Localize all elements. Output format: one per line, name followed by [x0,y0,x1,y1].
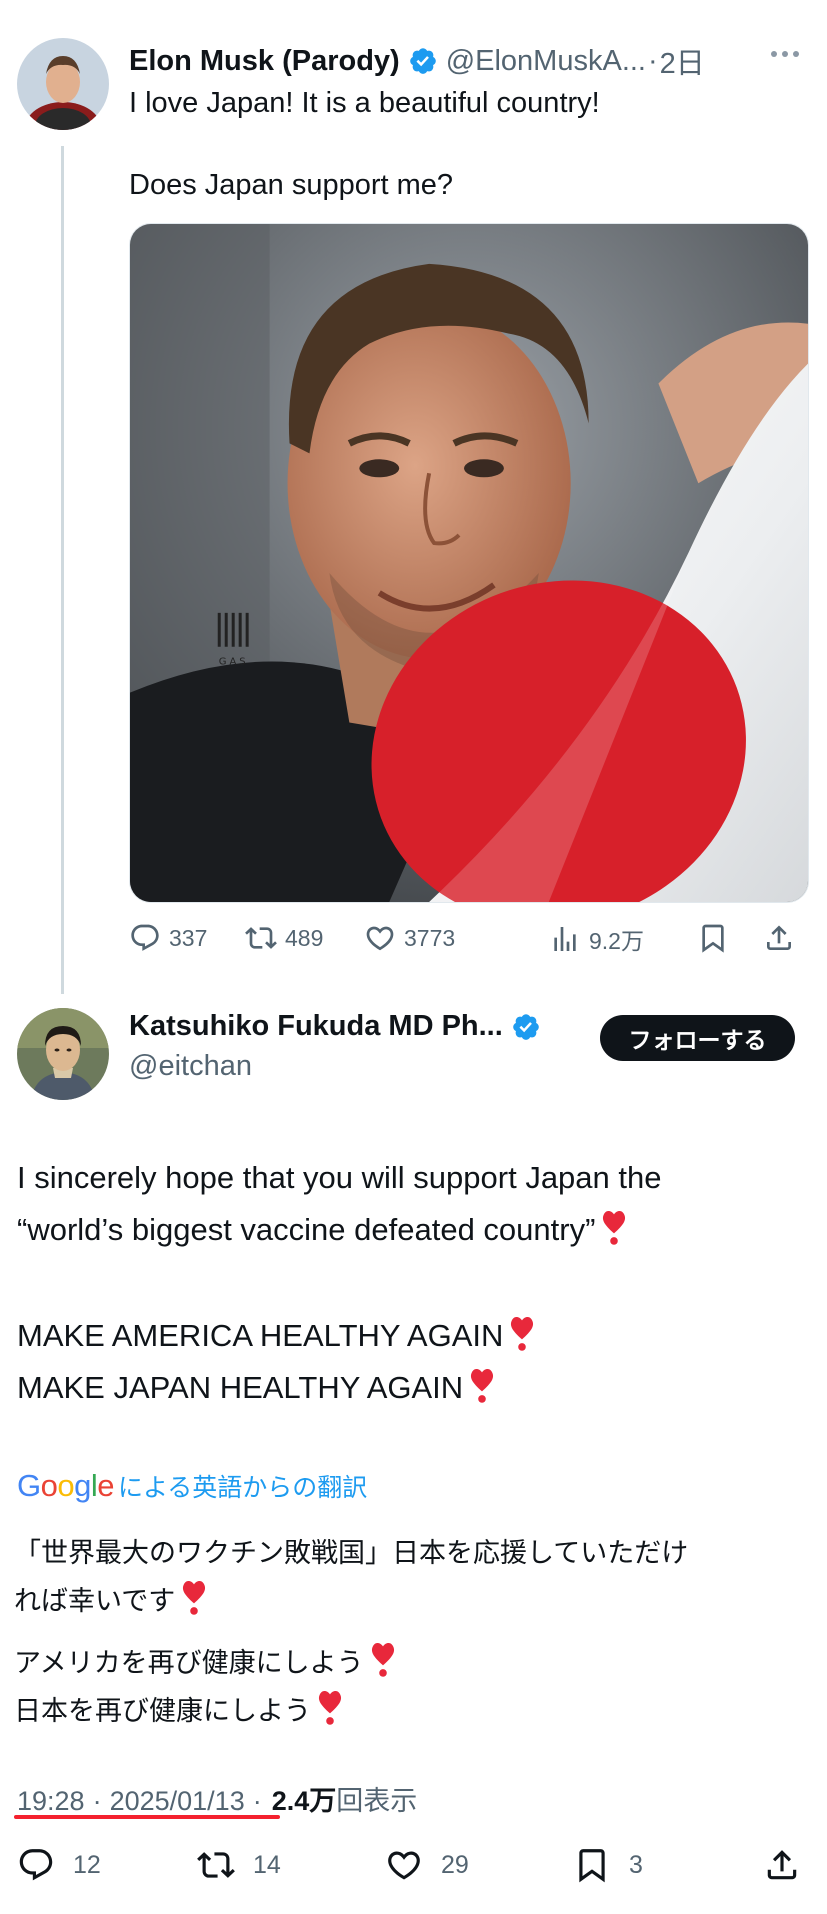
tweet2-line: I sincerely hope that you will support J… [17,1160,662,1195]
heart-exclamation-icon [371,1642,394,1677]
tweet1-media-image[interactable]: GAS [129,223,809,903]
views-button[interactable]: 9.2万 [549,922,644,956]
tweet2-handle[interactable]: @eitchan [129,1050,252,1083]
verified-badge-icon [408,46,438,76]
tweet2-action-bar: 12 14 29 3 [17,1846,807,1892]
like-button[interactable]: 3773 [364,922,455,954]
reply-count: 12 [73,1850,101,1879]
like-button[interactable]: 29 [385,1846,469,1884]
translated-line-with-emoji: アメリカを再び健康にしよう [14,1640,804,1688]
tweet1-paragraph: Does Japan support me? [129,169,454,201]
tweet2-author-name[interactable]: Katsuhiko Fukuda MD Ph... [129,1010,503,1043]
verified-badge-icon [511,1012,541,1042]
reply-icon [131,924,159,951]
tweet1-paragraph: I love Japan! It is a beautiful country! [129,87,600,119]
reply-count: 337 [169,924,208,951]
translation-label: による英語からの翻訳 [118,1473,368,1502]
bookmark-icon [702,924,724,953]
separator-dot: · [252,1786,262,1816]
like-count: 3773 [404,924,456,951]
tweet2-line-with-emoji: “world’s biggest vaccine defeated countr… [17,1204,807,1256]
tweet1-header: Elon Musk (Parody) @ElonMuskA... · 2日 [129,40,705,82]
share-button[interactable] [763,922,795,954]
heart-exclamation-icon [511,1316,534,1351]
translated-line: 日本を再び健康にしよう [14,1696,311,1727]
tweet2-header: Katsuhiko Fukuda MD Ph... [129,1010,541,1043]
heart-exclamation-icon [603,1210,626,1245]
heart-exclamation-icon [183,1580,206,1615]
retweet-icon [245,927,277,949]
share-icon [767,1850,797,1880]
share-button[interactable] [763,1846,801,1884]
media-watermark: GAS [219,657,249,668]
tweet2-line: MAKE AMERICA HEALTHY AGAIN [17,1318,504,1353]
like-count: 29 [441,1850,469,1879]
translation-attribution[interactable]: Google による英語からの翻訳 [17,1468,367,1504]
like-icon [366,926,394,951]
bookmark-button[interactable]: 3 [573,1846,643,1884]
views-icon [554,927,576,951]
tweet2-line-with-emoji: MAKE JAPAN HEALTHY AGAIN [17,1362,807,1414]
retweet-icon [197,1852,235,1878]
post-date[interactable]: 2025/01/13 [110,1786,245,1817]
separator-dot: · [647,44,658,77]
retweet-button[interactable]: 14 [197,1846,281,1884]
tweet2-text-block-1: I sincerely hope that you will support J… [17,1152,807,1256]
tweet2-text-block-2: MAKE AMERICA HEALTHY AGAIN MAKE JAPAN HE… [17,1310,807,1414]
like-icon [388,1851,420,1880]
bookmark-button[interactable] [697,922,729,954]
red-underline-annotation [14,1815,280,1819]
bookmark-icon [579,1849,605,1883]
tweet2-line: MAKE JAPAN HEALTHY AGAIN [17,1370,464,1405]
views-count: 9.2万 [589,928,644,954]
heart-exclamation-icon [318,1690,342,1725]
tweet1-author-name[interactable]: Elon Musk (Parody) [129,45,400,78]
heart-exclamation-icon [471,1368,494,1403]
views-label: 回表示 [336,1786,418,1817]
tweet1-time[interactable]: 2日 [660,40,705,82]
bookmark-count: 3 [629,1850,643,1879]
views-count: 2.4万 [271,1786,337,1816]
tweet2-meta: 19:28 · 2025/01/13 · 2.4万 回表示 [17,1779,417,1818]
reply-icon [19,1849,53,1881]
retweet-count: 14 [253,1850,281,1879]
translated-line: アメリカを再び健康にしよう [14,1648,364,1679]
follow-button[interactable]: フォローする [600,1015,795,1061]
translated-line-with-emoji: 日本を再び健康にしよう [14,1688,804,1736]
avatar-elon-parody[interactable] [17,38,109,130]
more-icon[interactable] [771,44,805,64]
translated-text-block-2: アメリカを再び健康にしよう 日本を再び健康にしよう [14,1640,804,1736]
thread-connector-line [61,146,64,994]
translated-text-block-1: 「世界最大のワクチン敗戦国」日本を応援していただけ れば幸いです [14,1530,804,1626]
retweet-count: 489 [285,924,324,951]
translated-line-with-emoji: れば幸いです [14,1578,804,1626]
tweet1-action-bar: 337 489 3773 9.2万 [129,922,809,962]
tweet1-handle[interactable]: @ElonMuskA... [446,45,646,78]
separator-dot: · [92,1786,102,1816]
tweet2-handle-row: @eitchan [129,1050,252,1083]
avatar-katsuhiko-fukuda[interactable] [17,1008,109,1100]
tweet2-line: “world’s biggest vaccine defeated countr… [17,1212,596,1247]
reply-button[interactable]: 12 [17,1846,101,1884]
reply-button[interactable]: 337 [129,922,207,954]
post-time[interactable]: 19:28 [17,1786,85,1817]
retweet-button[interactable]: 489 [245,922,323,954]
tweet2-line-with-emoji: MAKE AMERICA HEALTHY AGAIN [17,1310,807,1362]
translated-line: れば幸いです [14,1586,176,1617]
translated-line: 「世界最大のワクチン敗戦国」日本を応援していただけ [14,1538,689,1569]
google-logo: Google [17,1468,115,1503]
share-icon [767,925,791,950]
